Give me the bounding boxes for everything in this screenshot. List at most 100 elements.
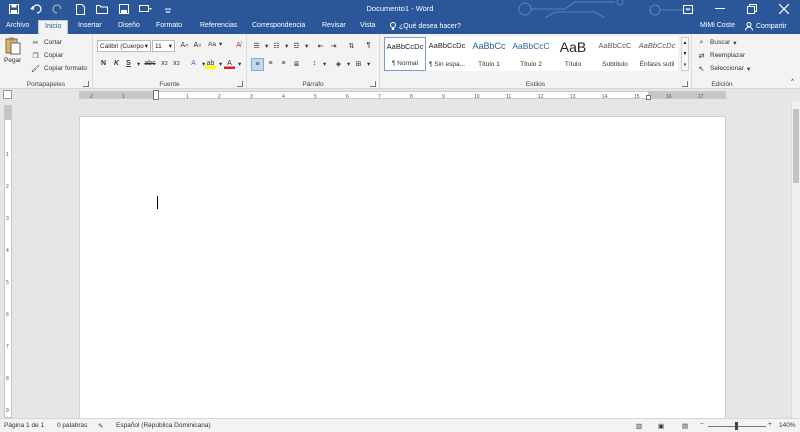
paste-button[interactable]: Pegar — [4, 37, 21, 64]
word-count[interactable]: 0 palabras — [57, 422, 87, 429]
page-count[interactable]: Página 1 de 1 — [4, 422, 44, 429]
font-size-value: 11 — [155, 42, 162, 50]
numbered-list-icon: ☷ — [273, 42, 280, 50]
tab-formato[interactable]: Formato — [150, 20, 188, 34]
paragraph-launcher-icon[interactable] — [370, 81, 376, 87]
change-case-button[interactable]: Aa ▾ — [208, 40, 222, 49]
sort-button[interactable]: ⇅ — [346, 40, 357, 51]
zoom-level[interactable]: 140% — [779, 422, 796, 429]
chevron-down-icon: ▾ — [323, 60, 327, 68]
line-spacing-button[interactable]: ↕ ▾ — [309, 58, 327, 69]
document-page[interactable] — [79, 116, 726, 419]
more-styles-icon[interactable]: ▾ — [684, 62, 687, 68]
user-name[interactable]: MiMi Coste — [700, 22, 735, 29]
style-title[interactable]: AaB Título — [552, 37, 594, 71]
language[interactable]: Español (República Dominicana) — [116, 422, 211, 429]
bullets-button[interactable]: ☰ ▾ — [251, 40, 268, 51]
tab-archivo[interactable]: Archivo — [0, 20, 35, 34]
font-size-combo[interactable]: 11 ▾ — [152, 40, 175, 52]
ruler-tick: 3 — [250, 94, 253, 100]
font-color-button[interactable]: A ▾ — [224, 58, 241, 69]
clear-formatting-button[interactable]: A̸ — [233, 40, 244, 51]
tab-vista[interactable]: Vista — [354, 20, 381, 34]
styles-launcher-icon[interactable] — [682, 81, 688, 87]
zoom-slider-thumb[interactable] — [735, 422, 738, 430]
italic-button[interactable]: K — [111, 58, 122, 69]
cut-button[interactable]: ✂ Cortar — [30, 37, 63, 48]
paint-bucket-icon: ◈ — [335, 60, 342, 68]
align-center-button[interactable]: ≡ — [265, 58, 276, 69]
chevron-up-icon[interactable]: ▲ — [683, 40, 688, 46]
proofing-icon[interactable]: ✎ — [98, 422, 103, 430]
shading-button[interactable]: ◈ ▾ — [333, 58, 350, 69]
tab-inicio[interactable]: Inicio — [38, 20, 69, 34]
minimize-icon[interactable] — [704, 0, 736, 18]
ruler-tick: 12 — [538, 94, 544, 100]
replace-button[interactable]: ⇄ Reemplazar — [696, 50, 745, 61]
align-left-button[interactable]: ≡ — [251, 58, 264, 71]
text-effects-button[interactable]: A ▾ — [188, 58, 205, 69]
find-button[interactable]: ⌕ Buscar ▾ — [696, 37, 737, 48]
clipboard-launcher-icon[interactable] — [83, 81, 89, 87]
highlight-button[interactable]: ab ▾ — [205, 58, 222, 69]
numbering-button[interactable]: ☷ ▾ — [271, 40, 288, 51]
select-button[interactable]: ↖ Seleccionar ▾ — [696, 63, 751, 74]
vertical-scrollbar[interactable] — [791, 101, 800, 418]
subscript-button[interactable]: x2 — [159, 58, 170, 69]
style-normal[interactable]: AaBbCcDc ¶ Normal — [384, 37, 426, 71]
tab-insertar[interactable]: Insertar — [72, 20, 108, 34]
close-icon[interactable] — [768, 0, 800, 18]
justify-icon: ≣ — [293, 60, 300, 68]
ruler-tick: 7 — [6, 344, 9, 350]
tab-correspondencia[interactable]: Correspondencia — [246, 20, 311, 34]
subscript-icon: x2 — [161, 60, 168, 67]
style-heading-1[interactable]: AaBbCc Título 1 — [468, 37, 510, 71]
horizontal-ruler[interactable]: 2 1 1 2 3 4 5 6 7 8 9 10 11 12 13 14 15 16 17 — [79, 90, 726, 100]
grow-font-button[interactable]: A ˄ — [179, 40, 190, 51]
style-no-spacing[interactable]: AaBbCcDc ¶ Sin espa... — [426, 37, 468, 71]
style-name: ¶ Normal — [391, 60, 419, 67]
tab-selector-icon[interactable] — [3, 90, 12, 99]
indent-marker-icon[interactable] — [153, 90, 159, 100]
style-heading-2[interactable]: AaBbCcC Título 2 — [510, 37, 552, 71]
justify-button[interactable]: ≣ — [291, 58, 302, 69]
tab-diseno[interactable]: Diseño — [112, 20, 146, 34]
restore-icon[interactable] — [736, 0, 768, 18]
print-layout-icon[interactable]: ▣ — [658, 422, 664, 430]
read-mode-icon[interactable]: ▥ — [636, 422, 642, 430]
zoom-out-icon[interactable]: − — [700, 421, 704, 428]
copy-button[interactable]: ❐ Copiar — [30, 50, 63, 61]
zoom-in-icon[interactable]: + — [768, 421, 772, 428]
tell-me-box[interactable]: ¿Qué desea hacer? — [390, 22, 461, 31]
styles-gallery-scroll[interactable]: ▲ ▼ ▾ — [681, 37, 689, 71]
multilevel-list-button[interactable]: ☲ ▾ — [291, 40, 308, 51]
share-button[interactable]: Compartir — [745, 20, 787, 33]
increase-indent-button[interactable]: ⇥ — [328, 40, 339, 51]
bold-button[interactable]: N — [98, 58, 109, 69]
collapse-ribbon-icon[interactable]: ^ — [791, 79, 794, 85]
web-layout-icon[interactable]: ▤ — [682, 422, 688, 430]
chevron-down-icon[interactable]: ▼ — [683, 51, 688, 57]
tab-referencias[interactable]: Referencias — [194, 20, 243, 34]
strikethrough-button[interactable]: abc — [143, 58, 157, 69]
format-painter-button[interactable]: 🖌 Copiar formato — [30, 63, 87, 74]
ribbon-display-options-icon[interactable] — [672, 0, 704, 18]
right-indent-marker-icon[interactable] — [646, 95, 651, 100]
vertical-ruler[interactable]: 1 2 3 4 5 6 7 8 9 — [4, 105, 12, 418]
style-subtle-emphasis[interactable]: AaBbCcDc Énfasis sutil — [636, 37, 678, 71]
style-name: Título 2 — [520, 61, 542, 68]
underline-button[interactable]: S ▾ — [123, 58, 140, 69]
chevron-down-icon: ▾ — [238, 60, 242, 68]
font-name-combo[interactable]: Calibri (Cuerpo ▾ — [97, 40, 151, 52]
font-launcher-icon[interactable] — [237, 81, 243, 87]
shrink-font-button[interactable]: A ˅ — [192, 40, 203, 51]
borders-button[interactable]: ⊞ ▾ — [353, 58, 371, 69]
ruler-tick: 16 — [666, 94, 672, 100]
tab-revisar[interactable]: Revisar — [316, 20, 352, 34]
superscript-button[interactable]: x2 — [171, 58, 182, 69]
show-marks-button[interactable]: ¶ — [363, 40, 374, 51]
scrollbar-thumb[interactable] — [793, 109, 799, 183]
style-subtitle[interactable]: AaBbCcC Subtítulo — [594, 37, 636, 71]
align-right-button[interactable]: ≡ — [278, 58, 289, 69]
decrease-indent-button[interactable]: ⇤ — [315, 40, 326, 51]
